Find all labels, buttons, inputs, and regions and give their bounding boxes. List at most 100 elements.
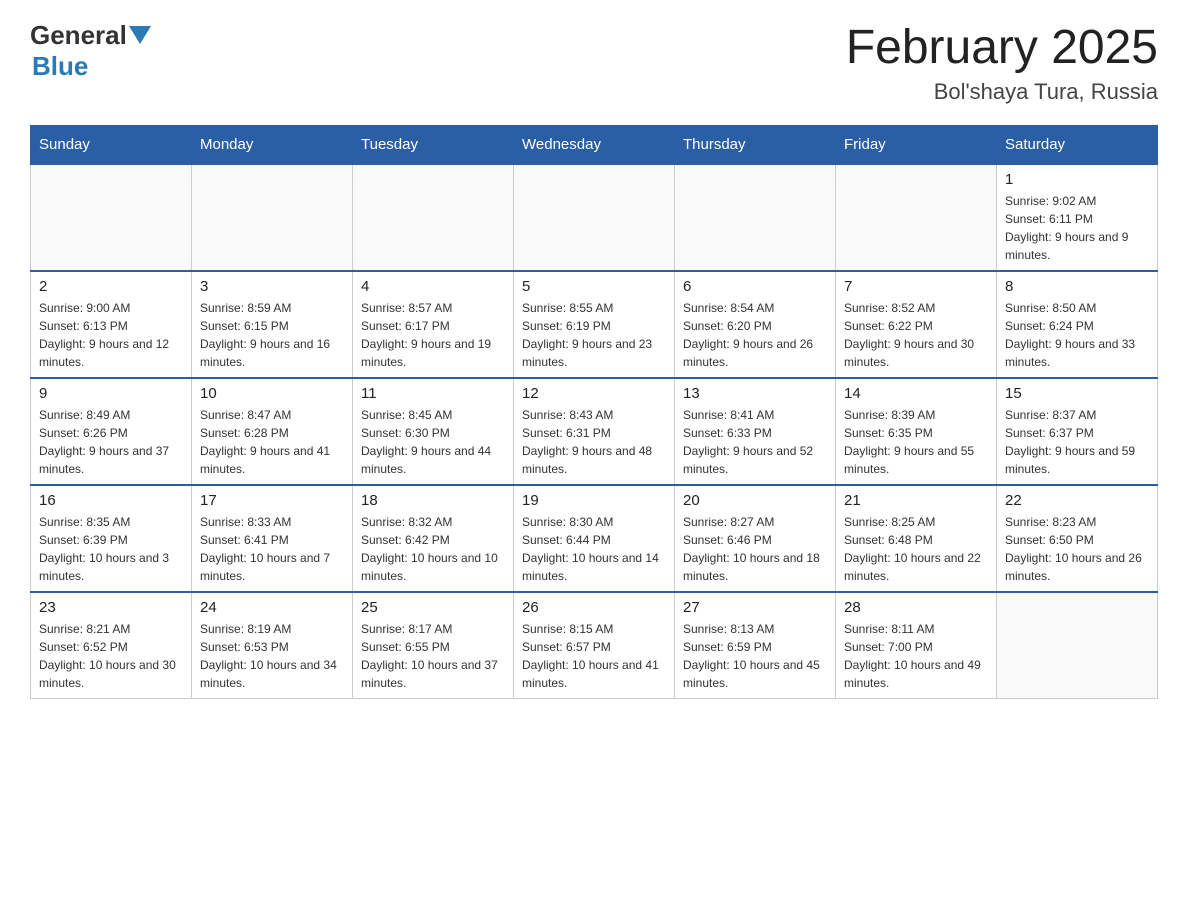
calendar-table: SundayMondayTuesdayWednesdayThursdayFrid… bbox=[30, 125, 1158, 699]
day-info: Sunrise: 8:13 AMSunset: 6:59 PMDaylight:… bbox=[683, 620, 827, 692]
day-info: Sunrise: 8:55 AMSunset: 6:19 PMDaylight:… bbox=[522, 299, 666, 371]
day-number: 20 bbox=[683, 492, 827, 509]
calendar-cell bbox=[192, 164, 353, 271]
day-number: 24 bbox=[200, 599, 344, 616]
day-info: Sunrise: 8:27 AMSunset: 6:46 PMDaylight:… bbox=[683, 513, 827, 585]
day-number: 22 bbox=[1005, 492, 1149, 509]
title-section: February 2025 Bol'shaya Tura, Russia bbox=[846, 20, 1158, 105]
calendar-cell bbox=[675, 164, 836, 271]
day-number: 5 bbox=[522, 278, 666, 295]
calendar-cell: 14 Sunrise: 8:39 AMSunset: 6:35 PMDayligh… bbox=[836, 378, 997, 485]
day-info: Sunrise: 8:41 AMSunset: 6:33 PMDaylight:… bbox=[683, 406, 827, 478]
day-info: Sunrise: 8:57 AMSunset: 6:17 PMDaylight:… bbox=[361, 299, 505, 371]
day-number: 27 bbox=[683, 599, 827, 616]
day-info: Sunrise: 8:21 AMSunset: 6:52 PMDaylight:… bbox=[39, 620, 183, 692]
calendar-week-row: 2 Sunrise: 9:00 AMSunset: 6:13 PMDaylight… bbox=[31, 271, 1158, 378]
weekday-header-monday: Monday bbox=[192, 126, 353, 165]
calendar-cell: 27 Sunrise: 8:13 AMSunset: 6:59 PMDayligh… bbox=[675, 592, 836, 699]
day-info: Sunrise: 8:15 AMSunset: 6:57 PMDaylight:… bbox=[522, 620, 666, 692]
calendar-cell: 1 Sunrise: 9:02 AMSunset: 6:11 PMDaylight… bbox=[997, 164, 1158, 271]
day-info: Sunrise: 8:52 AMSunset: 6:22 PMDaylight:… bbox=[844, 299, 988, 371]
day-number: 17 bbox=[200, 492, 344, 509]
page-header: General Blue February 2025 Bol'shaya Tur… bbox=[30, 20, 1158, 105]
day-info: Sunrise: 8:30 AMSunset: 6:44 PMDaylight:… bbox=[522, 513, 666, 585]
calendar-cell: 26 Sunrise: 8:15 AMSunset: 6:57 PMDayligh… bbox=[514, 592, 675, 699]
day-number: 14 bbox=[844, 385, 988, 402]
calendar-cell: 15 Sunrise: 8:37 AMSunset: 6:37 PMDayligh… bbox=[997, 378, 1158, 485]
day-info: Sunrise: 8:43 AMSunset: 6:31 PMDaylight:… bbox=[522, 406, 666, 478]
day-info: Sunrise: 8:11 AMSunset: 7:00 PMDaylight:… bbox=[844, 620, 988, 692]
calendar-cell: 9Sunrise: 8:49 AMSunset: 6:26 PMDaylight… bbox=[31, 378, 192, 485]
calendar-cell: 8 Sunrise: 8:50 AMSunset: 6:24 PMDaylight… bbox=[997, 271, 1158, 378]
day-number: 25 bbox=[361, 599, 505, 616]
location-title: Bol'shaya Tura, Russia bbox=[846, 79, 1158, 105]
calendar-cell: 16 Sunrise: 8:35 AMSunset: 6:39 PMDayligh… bbox=[31, 485, 192, 592]
day-info: Sunrise: 8:19 AMSunset: 6:53 PMDaylight:… bbox=[200, 620, 344, 692]
day-info: Sunrise: 8:39 AMSunset: 6:35 PMDaylight:… bbox=[844, 406, 988, 478]
calendar-cell: 28 Sunrise: 8:11 AMSunset: 7:00 PMDayligh… bbox=[836, 592, 997, 699]
weekday-header-sunday: Sunday bbox=[31, 126, 192, 165]
logo-blue-text: Blue bbox=[32, 51, 88, 81]
logo-general-text: General bbox=[30, 20, 127, 51]
day-info: Sunrise: 8:47 AMSunset: 6:28 PMDaylight:… bbox=[200, 406, 344, 478]
day-number: 18 bbox=[361, 492, 505, 509]
calendar-cell: 7 Sunrise: 8:52 AMSunset: 6:22 PMDaylight… bbox=[836, 271, 997, 378]
day-info: Sunrise: 8:17 AMSunset: 6:55 PMDaylight:… bbox=[361, 620, 505, 692]
calendar-cell bbox=[353, 164, 514, 271]
calendar-cell: 2 Sunrise: 9:00 AMSunset: 6:13 PMDaylight… bbox=[31, 271, 192, 378]
day-number: 13 bbox=[683, 385, 827, 402]
day-info: Sunrise: 9:02 AMSunset: 6:11 PMDaylight:… bbox=[1005, 192, 1149, 264]
day-number: 28 bbox=[844, 599, 988, 616]
day-number: 23 bbox=[39, 599, 183, 616]
weekday-header-tuesday: Tuesday bbox=[353, 126, 514, 165]
day-info: Sunrise: 8:33 AMSunset: 6:41 PMDaylight:… bbox=[200, 513, 344, 585]
calendar-cell: 12 Sunrise: 8:43 AMSunset: 6:31 PMDayligh… bbox=[514, 378, 675, 485]
day-info: Sunrise: 8:45 AMSunset: 6:30 PMDaylight:… bbox=[361, 406, 505, 478]
day-number: 12 bbox=[522, 385, 666, 402]
day-number: 16 bbox=[39, 492, 183, 509]
calendar-cell: 21 Sunrise: 8:25 AMSunset: 6:48 PMDayligh… bbox=[836, 485, 997, 592]
weekday-header-friday: Friday bbox=[836, 126, 997, 165]
day-info: Sunrise: 9:00 AMSunset: 6:13 PMDaylight:… bbox=[39, 299, 183, 371]
day-number: 2 bbox=[39, 278, 183, 295]
day-info: Sunrise: 8:35 AMSunset: 6:39 PMDaylight:… bbox=[39, 513, 183, 585]
day-number: 7 bbox=[844, 278, 988, 295]
calendar-cell: 20 Sunrise: 8:27 AMSunset: 6:46 PMDayligh… bbox=[675, 485, 836, 592]
day-number: 6 bbox=[683, 278, 827, 295]
day-number: 1 bbox=[1005, 171, 1149, 188]
day-info: Sunrise: 8:50 AMSunset: 6:24 PMDaylight:… bbox=[1005, 299, 1149, 371]
day-number: 11 bbox=[361, 385, 505, 402]
calendar-week-row: 1 Sunrise: 9:02 AMSunset: 6:11 PMDaylight… bbox=[31, 164, 1158, 271]
day-info: Sunrise: 8:25 AMSunset: 6:48 PMDaylight:… bbox=[844, 513, 988, 585]
calendar-cell: 6Sunrise: 8:54 AMSunset: 6:20 PMDaylight… bbox=[675, 271, 836, 378]
calendar-body: 1 Sunrise: 9:02 AMSunset: 6:11 PMDaylight… bbox=[31, 164, 1158, 699]
day-number: 26 bbox=[522, 599, 666, 616]
calendar-cell bbox=[31, 164, 192, 271]
calendar-cell: 25 Sunrise: 8:17 AMSunset: 6:55 PMDayligh… bbox=[353, 592, 514, 699]
weekday-header-thursday: Thursday bbox=[675, 126, 836, 165]
day-info: Sunrise: 8:37 AMSunset: 6:37 PMDaylight:… bbox=[1005, 406, 1149, 478]
weekday-header-row: SundayMondayTuesdayWednesdayThursdayFrid… bbox=[31, 126, 1158, 165]
calendar-cell: 5 Sunrise: 8:55 AMSunset: 6:19 PMDaylight… bbox=[514, 271, 675, 378]
logo: General Blue bbox=[30, 20, 151, 82]
calendar-cell: 24 Sunrise: 8:19 AMSunset: 6:53 PMDayligh… bbox=[192, 592, 353, 699]
day-number: 21 bbox=[844, 492, 988, 509]
calendar-cell: 22Sunrise: 8:23 AMSunset: 6:50 PMDayligh… bbox=[997, 485, 1158, 592]
calendar-cell: 13 Sunrise: 8:41 AMSunset: 6:33 PMDayligh… bbox=[675, 378, 836, 485]
calendar-week-row: 9Sunrise: 8:49 AMSunset: 6:26 PMDaylight… bbox=[31, 378, 1158, 485]
calendar-cell: 19Sunrise: 8:30 AMSunset: 6:44 PMDayligh… bbox=[514, 485, 675, 592]
day-number: 15 bbox=[1005, 385, 1149, 402]
calendar-cell: 4 Sunrise: 8:57 AMSunset: 6:17 PMDaylight… bbox=[353, 271, 514, 378]
calendar-header: SundayMondayTuesdayWednesdayThursdayFrid… bbox=[31, 126, 1158, 165]
calendar-cell: 10Sunrise: 8:47 AMSunset: 6:28 PMDayligh… bbox=[192, 378, 353, 485]
day-info: Sunrise: 8:32 AMSunset: 6:42 PMDaylight:… bbox=[361, 513, 505, 585]
calendar-cell: 17 Sunrise: 8:33 AMSunset: 6:41 PMDayligh… bbox=[192, 485, 353, 592]
month-title: February 2025 bbox=[846, 20, 1158, 75]
day-number: 4 bbox=[361, 278, 505, 295]
weekday-header-wednesday: Wednesday bbox=[514, 126, 675, 165]
calendar-cell: 3Sunrise: 8:59 AMSunset: 6:15 PMDaylight… bbox=[192, 271, 353, 378]
day-number: 8 bbox=[1005, 278, 1149, 295]
weekday-header-saturday: Saturday bbox=[997, 126, 1158, 165]
logo-triangle-icon bbox=[129, 26, 151, 48]
calendar-cell: 18 Sunrise: 8:32 AMSunset: 6:42 PMDayligh… bbox=[353, 485, 514, 592]
